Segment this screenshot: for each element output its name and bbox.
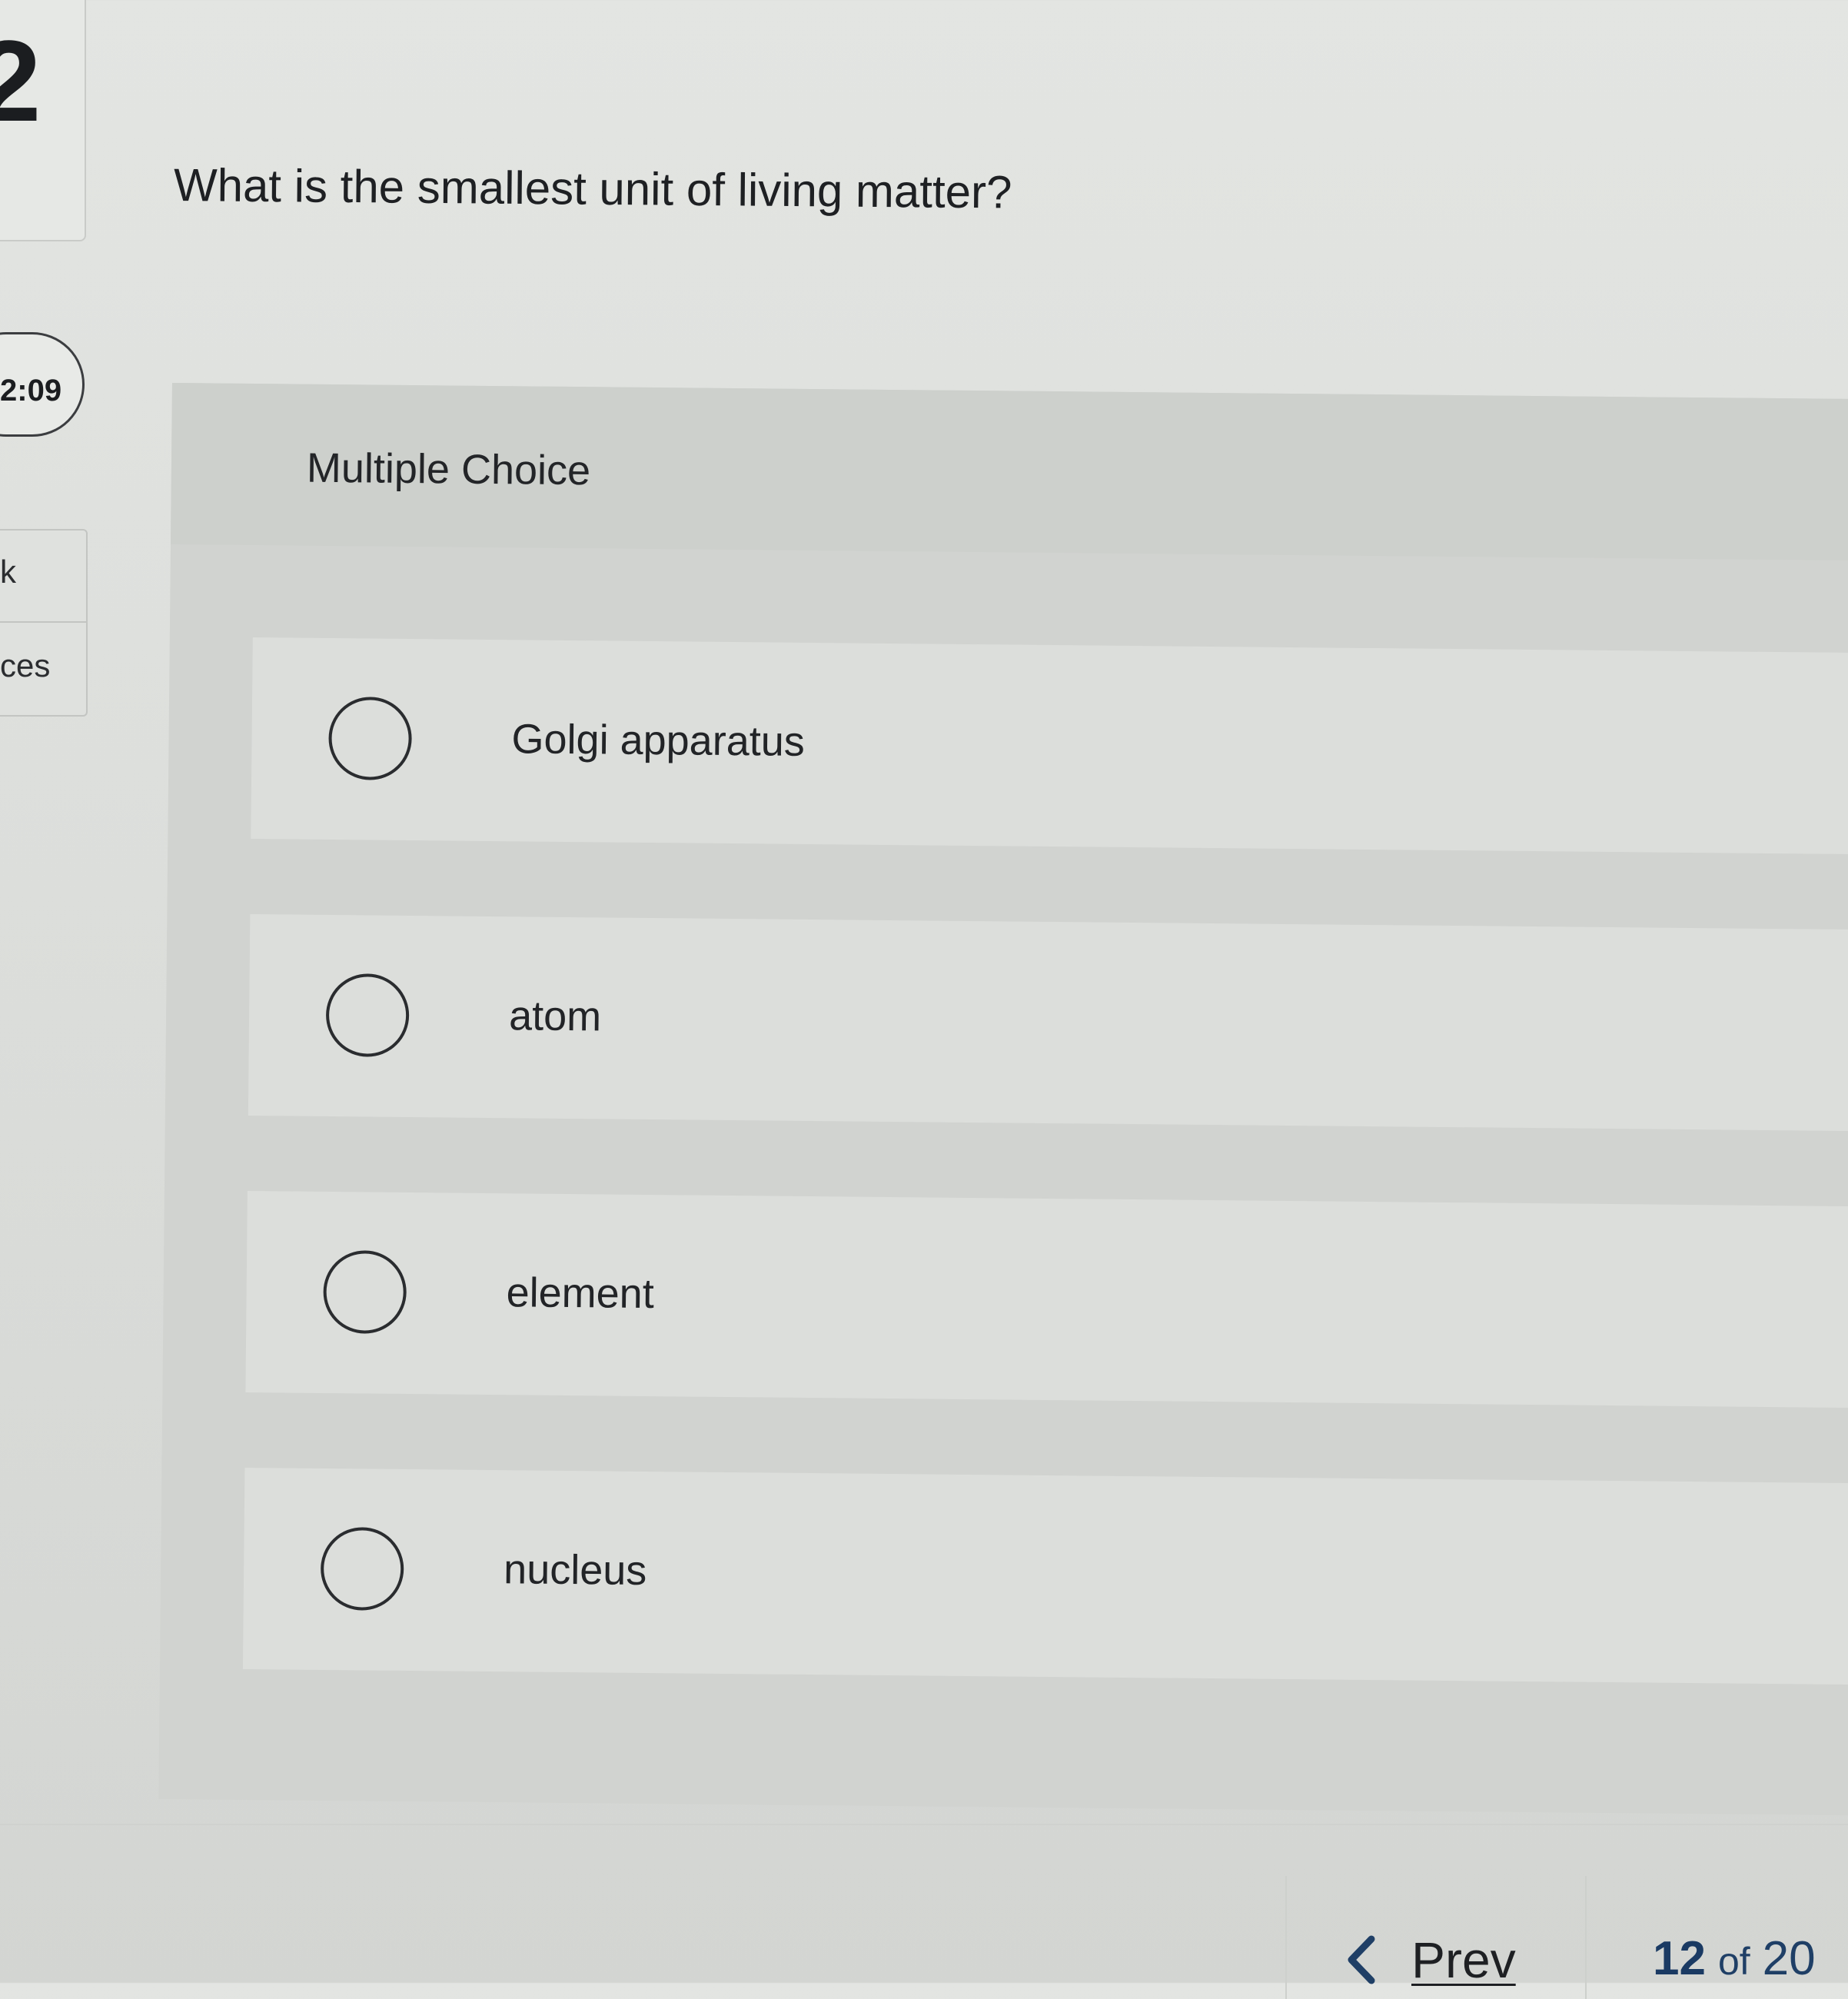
footer-divider xyxy=(0,1824,1848,1825)
choice-label: atom xyxy=(508,993,602,1040)
prev-button[interactable]: Prev xyxy=(1342,1925,1516,1994)
choice-option[interactable]: nucleus xyxy=(242,1467,1848,1685)
rail-tabs-divider xyxy=(0,621,86,623)
choice-label: nucleus xyxy=(503,1546,647,1594)
prev-label: Prev xyxy=(1411,1931,1516,1988)
of-label: of xyxy=(1717,1940,1750,1983)
choice-option[interactable]: Golgi apparatus xyxy=(251,637,1848,855)
choice-option[interactable]: atom xyxy=(248,914,1848,1132)
rail-tab-1[interactable]: k xyxy=(0,554,16,590)
chevron-left-icon xyxy=(1348,1935,1375,1984)
choice-label: element xyxy=(506,1269,655,1318)
current-page: 12 xyxy=(1653,1932,1706,1985)
timer-text: 2:09 xyxy=(0,374,62,407)
page-indicator[interactable]: 12 of 20 xyxy=(1653,1931,1816,1986)
choice-label: Golgi apparatus xyxy=(511,716,806,765)
radio-button[interactable] xyxy=(320,1526,404,1611)
total-pages: 20 xyxy=(1762,1932,1816,1985)
question-number: 2 xyxy=(0,16,42,145)
radio-button[interactable] xyxy=(325,973,410,1057)
nav-divider xyxy=(1585,1876,1587,1999)
question-type-label: Multiple Choice xyxy=(306,444,591,494)
radio-button[interactable] xyxy=(328,696,413,781)
question-text: What is the smallest unit of living matt… xyxy=(173,159,1012,218)
choice-option[interactable]: element xyxy=(245,1190,1848,1409)
rail-tab-2[interactable]: ces xyxy=(0,647,50,684)
multiple-choice-panel: Multiple Choice Golgi apparatus atom ele… xyxy=(158,383,1848,1816)
panel-header: Multiple Choice xyxy=(170,383,1848,561)
radio-button[interactable] xyxy=(323,1249,407,1334)
nav-divider xyxy=(1285,1876,1287,1999)
